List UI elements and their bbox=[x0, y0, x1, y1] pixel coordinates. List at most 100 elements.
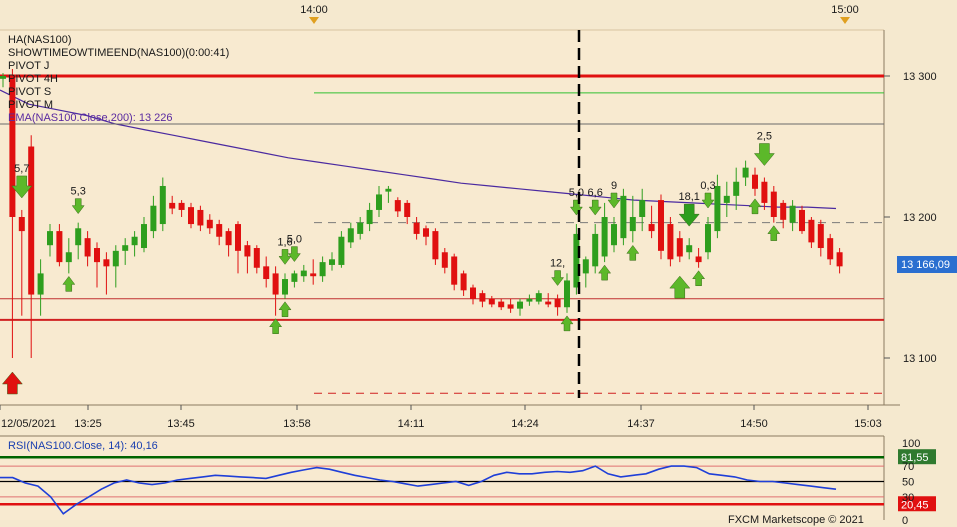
candle-body bbox=[329, 259, 335, 265]
rsi-y-tick-label: 0 bbox=[902, 515, 908, 527]
top-time-label: 14:00 bbox=[300, 4, 328, 16]
candle-body bbox=[479, 293, 486, 302]
candle-body bbox=[216, 224, 223, 237]
candle-body bbox=[253, 248, 260, 268]
candle-body bbox=[310, 273, 317, 277]
chart-window: 14:00 15:00 5,7 5,3 1,6 5,0 12, 5,0 6,6 9 18,1 0,… bbox=[0, 0, 957, 527]
candle-body bbox=[817, 224, 824, 249]
candle-body bbox=[836, 252, 843, 267]
candle-body bbox=[141, 224, 147, 249]
candle[interactable] bbox=[658, 194, 664, 260]
candle-body bbox=[676, 238, 683, 257]
candle-body bbox=[752, 174, 758, 189]
candle-body bbox=[507, 304, 514, 309]
candle-body bbox=[714, 185, 721, 232]
rsi-y-tick-label: 50 bbox=[902, 477, 914, 489]
candle-body bbox=[385, 188, 392, 192]
candle-body bbox=[282, 279, 288, 295]
x-tick-label: 13:58 bbox=[283, 418, 311, 430]
candle-body bbox=[789, 205, 796, 223]
signal-label: 5,0 bbox=[287, 234, 302, 246]
signal-label: 18,1 bbox=[678, 191, 699, 203]
candle-body bbox=[94, 248, 100, 263]
candle-body bbox=[347, 228, 354, 243]
candle-body bbox=[705, 224, 711, 253]
candle-body bbox=[244, 245, 251, 257]
candle-body bbox=[178, 202, 185, 210]
current-price-badge: 13 166,09 bbox=[897, 256, 957, 273]
candle-body bbox=[169, 202, 176, 209]
rsi-y-tick-label: 100 bbox=[902, 438, 920, 450]
legend-item-pivot-4h: PIVOT 4H bbox=[8, 73, 58, 85]
x-tick-label: 14:50 bbox=[740, 418, 768, 430]
x-tick-label: 12/05/2021 bbox=[1, 418, 56, 430]
candle-body bbox=[582, 259, 589, 274]
candle-body bbox=[770, 191, 777, 217]
candle-body bbox=[197, 209, 204, 226]
candle-body bbox=[394, 200, 401, 212]
legend-item-pivot-m: PIVOT M bbox=[8, 99, 53, 111]
candle-body bbox=[526, 298, 533, 302]
price-pane-background[interactable] bbox=[0, 30, 884, 405]
candle-body bbox=[235, 224, 241, 251]
signal-label: 5,7 bbox=[14, 163, 29, 175]
candle-body bbox=[611, 224, 617, 246]
chart-canvas[interactable]: 14:00 15:00 5,75,31,65,012,5,0 6,6918,10,… bbox=[0, 0, 957, 527]
candle-body bbox=[667, 224, 674, 260]
candle-body bbox=[733, 181, 740, 196]
candle-body bbox=[112, 250, 119, 267]
legend-item-pivot-j: PIVOT J bbox=[8, 60, 49, 72]
signal-label: 2,5 bbox=[757, 131, 772, 143]
candle-body bbox=[441, 252, 448, 268]
candle-body bbox=[225, 231, 232, 246]
candle-body bbox=[159, 185, 166, 225]
candle-body bbox=[761, 181, 768, 203]
candle-body bbox=[423, 228, 429, 237]
y-tick-label: 13 100 bbox=[903, 353, 937, 365]
legend-item-ema: EMA(NAS100.Close,200): 13 226 bbox=[8, 112, 172, 124]
candle-body bbox=[338, 236, 345, 265]
x-tick-label: 14:37 bbox=[627, 418, 655, 430]
signal-label: 12, bbox=[550, 258, 565, 270]
candle-body bbox=[517, 301, 523, 309]
x-tick-label: 15:03 bbox=[854, 418, 882, 430]
candle[interactable] bbox=[667, 217, 674, 267]
candle-body bbox=[498, 301, 505, 308]
signal-label: 5,0 bbox=[569, 187, 584, 199]
current-price-label: 13 166,09 bbox=[901, 259, 950, 271]
candle-body bbox=[84, 238, 91, 257]
candle-body bbox=[103, 259, 110, 267]
candle-body bbox=[648, 224, 655, 232]
candle-body bbox=[47, 231, 53, 246]
candle-body bbox=[545, 301, 552, 305]
candle-body bbox=[376, 194, 382, 210]
candle-body bbox=[404, 202, 411, 217]
candle-body bbox=[272, 273, 279, 295]
candle-body bbox=[451, 256, 458, 285]
candle-body bbox=[639, 200, 646, 217]
candle-body bbox=[742, 167, 749, 178]
candle-body bbox=[65, 252, 72, 263]
x-tick-label: 14:11 bbox=[398, 418, 425, 430]
candle-body bbox=[291, 273, 298, 282]
candle-body bbox=[592, 233, 599, 267]
candle-body bbox=[206, 219, 213, 229]
watermark: FXCM Marketscope © 2021 bbox=[728, 514, 864, 526]
legend-item-showtimeend: SHOWTIMEOWTIMEEND(NAS100)(0:00:41) bbox=[8, 47, 229, 59]
candle-body bbox=[263, 266, 270, 280]
signal-label: 6,6 bbox=[588, 187, 603, 199]
candle-body bbox=[629, 217, 636, 232]
candle-body bbox=[686, 245, 693, 253]
candle-body bbox=[300, 270, 307, 277]
candle[interactable] bbox=[799, 205, 805, 234]
rsi-y-tick-label: 70 bbox=[902, 461, 914, 473]
signal-label: 9 bbox=[611, 180, 617, 192]
candle-body bbox=[18, 217, 25, 232]
signal-label: 0,3 bbox=[700, 180, 715, 192]
y-tick-label: 13 200 bbox=[903, 212, 937, 224]
candle[interactable] bbox=[620, 188, 627, 246]
candle-body bbox=[658, 200, 664, 251]
candle-body bbox=[780, 202, 787, 220]
candle-body bbox=[535, 293, 542, 302]
candle-body bbox=[56, 231, 63, 263]
